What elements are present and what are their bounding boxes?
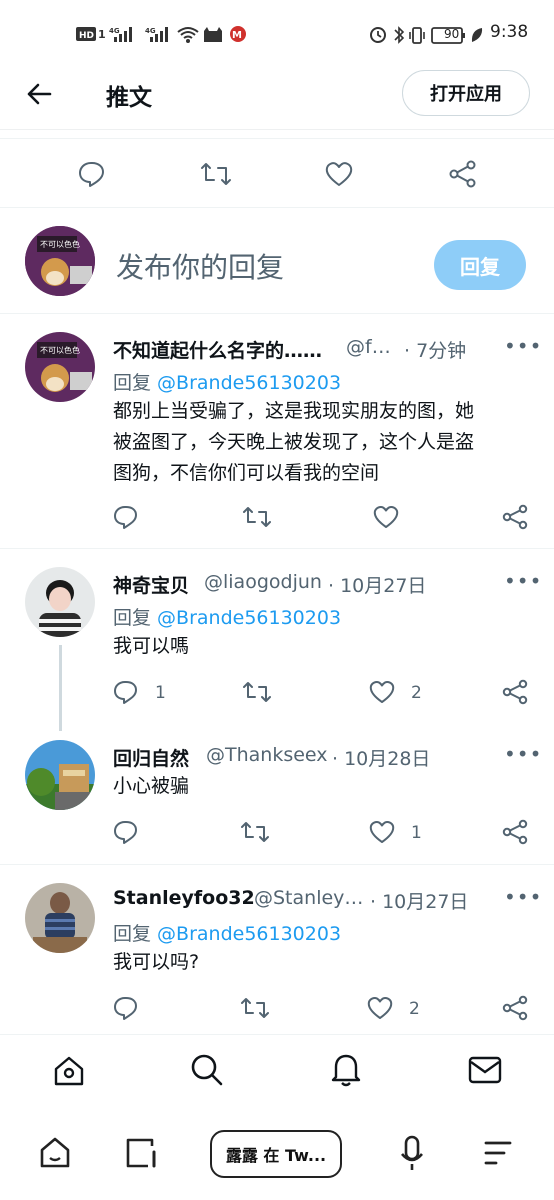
tweet-text: 都别上当受骗了，这是我现实朋友的图，她 被盗图了，今天晚上被发现了，这个人是盗 … [113,396,474,489]
tweet-text-line: 小心被骗 [113,775,190,797]
more-options-icon[interactable]: ••• [504,569,542,593]
active-app-pill[interactable]: 露露 在 Tw... [210,1130,342,1178]
retweet-icon[interactable] [240,819,270,845]
more-options-icon[interactable]: ••• [504,885,542,909]
tweet[interactable]: 回归自然 @Thankseex · 10月28日 ••• 小心被骗 1 [0,726,554,864]
like-icon[interactable] [368,819,396,845]
tweet-text: 我可以吗? [113,947,199,978]
tweet-time: · 10月27日 [328,575,427,597]
microphone-icon[interactable] [398,1134,426,1172]
tweet-time: · 10月28日 [332,748,431,770]
reply-context: 回复 @Brande56130203 [113,368,341,395]
share-icon[interactable] [502,995,530,1021]
svg-text:HD: HD [79,31,94,41]
header: 推文 打开应用 [0,64,554,130]
tweet[interactable]: 不可以色色 不知道起什么名字的…… @f… · 7分钟 ••• 回复 @Bran… [0,314,554,548]
reply-icon[interactable] [78,160,106,188]
retweet-icon[interactable] [242,679,272,705]
tweet-time: · 10月27日 [370,891,469,913]
avatar[interactable]: 不可以色色 [25,332,95,402]
reply-icon[interactable] [113,504,139,530]
svg-text:不可以色色: 不可以色色 [40,345,80,355]
more-options-icon[interactable]: ••• [504,334,542,358]
share-icon[interactable] [502,819,530,845]
reply-button[interactable]: 回复 [434,240,526,290]
like-count: 2 [411,683,422,703]
system-home-icon[interactable] [38,1136,72,1170]
reply-context-prefix: 回复 [113,607,158,629]
retweet-icon[interactable] [240,995,270,1021]
reply-context: 回复 @Brande56130203 [113,919,341,946]
like-icon[interactable] [372,504,400,530]
status-left-icons: HD 1 4G 4G M [76,26,246,43]
reply-icon[interactable] [113,679,139,705]
reply-context-prefix: 回复 [113,923,158,945]
bottom-nav [0,1034,554,1106]
share-icon[interactable] [502,679,530,705]
messages-envelope-icon[interactable] [468,1055,502,1085]
tweet-text-line: 我可以吗? [113,951,200,973]
reply-to-link[interactable]: @Brande56130203 [157,923,341,945]
tweet-time: · 7分钟 [404,340,467,362]
tweet-text: 我可以嗎 [113,631,189,662]
more-options-icon[interactable]: ••• [504,742,542,766]
main-tweet-actions [0,140,554,206]
user-handle[interactable]: @liaogodjun [204,571,322,593]
svg-text:4G: 4G [145,27,156,35]
user-handle[interactable]: @f… [346,336,391,358]
tweet-text-line: 被盗图了，今天晚上被发现了，这个人是盗 [113,431,475,453]
reply-context: 回复 @Brande56130203 [113,603,341,630]
notifications-bell-icon[interactable] [330,1053,362,1087]
avatar[interactable] [25,883,95,953]
tweet-text-line: 都别上当受骗了，这是我现实朋友的图，她 [113,400,475,422]
avatar[interactable]: 不可以色色 [25,226,95,296]
status-right-icons [370,26,483,44]
svg-text:4G: 4G [109,27,120,35]
reply-to-link[interactable]: @Brande56130203 [157,607,341,629]
reply-context-prefix: 回复 [113,372,158,394]
search-icon[interactable] [190,1053,224,1087]
avatar[interactable] [25,567,95,637]
back-arrow-icon[interactable] [26,82,52,106]
like-icon[interactable] [366,995,394,1021]
svg-text:M: M [232,30,242,41]
open-app-button[interactable]: 打开应用 [402,70,530,116]
tweet-text-line: 我可以嗎 [113,635,190,657]
like-count: 2 [409,999,420,1019]
thread-line [59,645,62,731]
tweet-text-line: 图狗，不信你们可以看我的空间 [113,462,380,484]
reply-to-link[interactable]: @Brande56130203 [157,372,341,394]
tweet[interactable]: Stanleyfoo32 @Stanley… · 10月27日 ••• 回复 @… [0,865,554,1033]
like-icon[interactable] [368,679,396,705]
avatar[interactable] [25,740,95,810]
page-title: 推文 [106,85,152,111]
reply-composer-input[interactable]: 发布你的回复 [116,246,284,286]
user-handle[interactable]: @Stanley… [254,887,363,909]
tweet[interactable]: 神奇宝贝 @liaogodjun · 10月27日 ••• 回复 @Brande… [0,549,554,731]
like-icon[interactable] [324,160,354,188]
svg-text:不可以色色: 不可以色色 [40,239,80,249]
display-name[interactable]: 不知道起什么名字的…… [113,336,322,363]
reply-count: 1 [155,683,166,703]
status-bar: HD 1 4G 4G M 90 9:38 [0,0,554,64]
retweet-icon[interactable] [200,160,232,188]
recent-apps-icon[interactable] [124,1136,158,1170]
user-handle[interactable]: @Thankseex [206,744,328,766]
system-nav-bar: 露露 在 Tw... [0,1106,554,1200]
reply-icon[interactable] [113,819,139,845]
reply-icon[interactable] [113,995,139,1021]
clock: 9:38 [490,22,529,42]
svg-text:1: 1 [98,28,106,41]
like-count: 1 [411,823,422,843]
menu-lines-icon[interactable] [482,1138,514,1168]
display-name[interactable]: 回归自然 [113,744,189,771]
share-icon[interactable] [448,160,478,188]
display-name[interactable]: Stanleyfoo32 [113,887,255,909]
display-name[interactable]: 神奇宝贝 [113,571,189,598]
home-icon[interactable] [52,1055,86,1087]
retweet-icon[interactable] [242,504,272,530]
share-icon[interactable] [502,504,530,530]
battery-level: 90 [444,27,460,41]
tweet-text: 小心被骗 [113,771,189,802]
